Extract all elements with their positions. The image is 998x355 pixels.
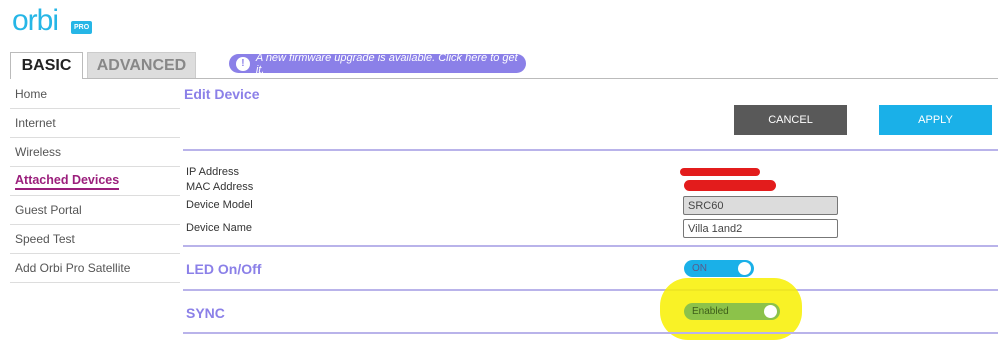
logo-text: orbi	[12, 4, 59, 37]
sidebar-item-label: Speed Test	[15, 232, 75, 246]
redaction-mark	[680, 168, 760, 176]
sync-section-title: SYNC	[186, 305, 225, 321]
sidebar: Home Internet Wireless Attached Devices …	[10, 80, 180, 283]
toggle-knob	[764, 305, 777, 318]
sync-toggle-label: Enabled	[692, 306, 729, 317]
sidebar-item-internet[interactable]: Internet	[10, 109, 180, 138]
section-divider	[183, 289, 998, 291]
led-section-title: LED On/Off	[186, 261, 262, 277]
sidebar-item-label: Add Orbi Pro Satellite	[15, 261, 131, 275]
sidebar-item-label: Attached Devices	[15, 173, 120, 190]
mac-address-label: MAC Address	[186, 181, 254, 193]
sidebar-item-attached-devices[interactable]: Attached Devices	[10, 167, 180, 196]
orbi-pro-logo: orbi PRO	[12, 4, 93, 37]
sidebar-item-label: Guest Portal	[15, 203, 82, 217]
device-model-field: SRC60	[683, 196, 838, 215]
device-name-input[interactable]: Villa 1and2	[683, 219, 838, 238]
led-toggle[interactable]: ON	[684, 260, 754, 277]
apply-button[interactable]: APPLY	[879, 105, 992, 135]
device-model-label: Device Model	[186, 199, 253, 211]
sidebar-item-label: Home	[15, 87, 48, 101]
led-toggle-label: ON	[692, 263, 707, 274]
sidebar-item-add-satellite[interactable]: Add Orbi Pro Satellite	[10, 254, 180, 283]
firmware-upgrade-banner[interactable]: ! A new firmware upgrade is available. C…	[229, 51, 526, 76]
section-divider	[183, 332, 998, 334]
redaction-mark	[684, 180, 776, 191]
sidebar-item-wireless[interactable]: Wireless	[10, 138, 180, 167]
sync-toggle[interactable]: Enabled	[684, 303, 780, 320]
sidebar-item-home[interactable]: Home	[10, 80, 180, 109]
toggle-knob	[738, 262, 751, 275]
sidebar-item-guest-portal[interactable]: Guest Portal	[10, 196, 180, 225]
logo-pro-badge: PRO	[71, 21, 93, 34]
section-divider	[183, 245, 998, 247]
sidebar-item-speed-test[interactable]: Speed Test	[10, 225, 180, 254]
page-title: Edit Device	[184, 86, 260, 102]
section-divider	[183, 149, 998, 151]
device-name-label: Device Name	[186, 222, 253, 234]
tab-basic[interactable]: BASIC	[10, 52, 83, 79]
firmware-banner-text: A new firmware upgrade is available. Cli…	[255, 51, 518, 76]
ip-address-label: IP Address	[186, 166, 239, 178]
sidebar-item-label: Internet	[15, 116, 56, 130]
tab-advanced[interactable]: ADVANCED	[87, 52, 196, 78]
sidebar-item-label: Wireless	[15, 145, 62, 159]
cancel-button[interactable]: CANCEL	[734, 105, 847, 135]
exclamation-icon: !	[236, 56, 250, 71]
tab-divider	[10, 78, 998, 79]
